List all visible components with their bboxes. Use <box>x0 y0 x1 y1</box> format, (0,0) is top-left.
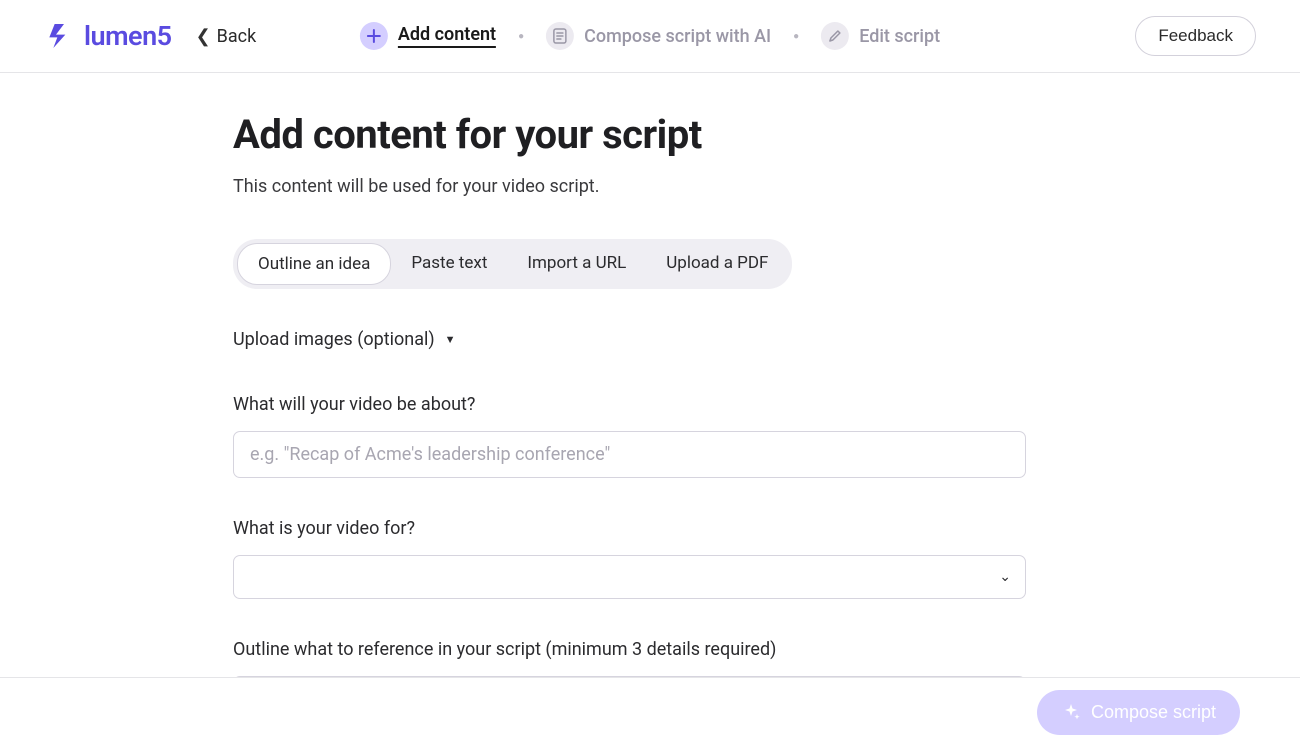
step-label: Add content <box>398 24 496 48</box>
page-subtitle: This content will be used for your video… <box>233 176 1053 197</box>
back-label: Back <box>217 26 257 47</box>
video-purpose-select[interactable]: ⌄ <box>233 555 1026 599</box>
document-icon <box>546 22 574 50</box>
compose-script-label: Compose script <box>1091 702 1216 723</box>
separator-dot: ● <box>793 31 799 42</box>
top-bar: lumen5 ❮ Back Add content ● Compose scri… <box>0 0 1300 73</box>
step-nav: Add content ● Compose script with AI ● E… <box>360 22 940 50</box>
compose-script-button[interactable]: Compose script <box>1037 690 1240 735</box>
tab-upload-pdf[interactable]: Upload a PDF <box>646 243 788 285</box>
upload-images-label: Upload images (optional) <box>233 329 435 350</box>
video-about-input[interactable] <box>233 431 1026 478</box>
outline-details-label: Outline what to reference in your script… <box>233 639 1053 660</box>
step-label: Compose script with AI <box>584 26 771 47</box>
step-edit-script[interactable]: Edit script <box>821 22 940 50</box>
chevron-left-icon: ❮ <box>196 26 211 47</box>
page-title: Add content for your script <box>233 111 1053 158</box>
step-label: Edit script <box>859 26 940 47</box>
back-button[interactable]: ❮ Back <box>196 26 257 47</box>
tab-import-url[interactable]: Import a URL <box>507 243 646 285</box>
caret-down-icon: ▼ <box>445 333 456 346</box>
field-outline-details: Outline what to reference in your script… <box>233 639 1053 677</box>
video-about-label: What will your video be about? <box>233 394 1053 415</box>
content-column: Add content for your script This content… <box>233 111 1053 677</box>
logo-text: lumen5 <box>84 20 172 52</box>
video-purpose-label: What is your video for? <box>233 518 1053 539</box>
logo[interactable]: lumen5 <box>44 20 172 52</box>
sparkle-icon <box>1061 702 1081 722</box>
step-compose-script[interactable]: Compose script with AI <box>546 22 771 50</box>
plus-icon <box>360 22 388 50</box>
tab-outline-idea[interactable]: Outline an idea <box>237 243 391 285</box>
tab-paste-text[interactable]: Paste text <box>391 243 507 285</box>
step-add-content[interactable]: Add content <box>360 22 496 50</box>
upload-images-toggle[interactable]: Upload images (optional) ▼ <box>233 329 1053 350</box>
field-video-about: What will your video be about? <box>233 394 1053 478</box>
separator-dot: ● <box>518 31 524 42</box>
footer-bar: Compose script <box>0 677 1300 746</box>
pencil-icon <box>821 22 849 50</box>
logo-icon <box>44 20 76 52</box>
content-source-tabs: Outline an idea Paste text Import a URL … <box>233 239 792 289</box>
field-video-purpose: What is your video for? ⌄ <box>233 518 1053 599</box>
main-scroll-area[interactable]: Add content for your script This content… <box>0 73 1300 677</box>
chevron-down-icon: ⌄ <box>999 569 1011 585</box>
feedback-button[interactable]: Feedback <box>1135 16 1256 56</box>
